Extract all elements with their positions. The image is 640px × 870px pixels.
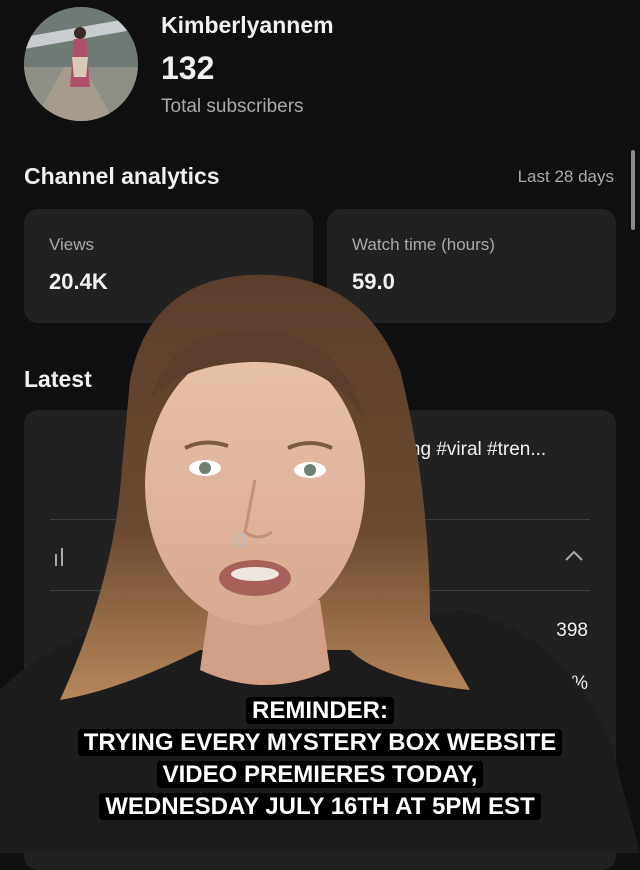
caption-line: REMINDER: xyxy=(246,697,394,724)
subscriber-label: Total subscribers xyxy=(161,96,304,117)
caption-line: TRYING EVERY MYSTERY BOX WEBSITE xyxy=(77,729,563,756)
analytics-period: Last 28 days xyxy=(517,167,614,186)
caption-line: WEDNESDAY JULY 16TH AT 5PM EST xyxy=(99,793,541,820)
channel-name[interactable]: Kimberlyannem xyxy=(161,12,334,39)
watch-time-label: Watch time (hours) xyxy=(352,235,495,254)
video-caption: REMINDER: TRYING EVERY MYSTERY BOX WEBSI… xyxy=(0,695,640,823)
caption-line: VIDEO PREMIERES TODAY, xyxy=(156,761,484,788)
views-label: Views xyxy=(49,235,95,254)
channel-avatar[interactable] xyxy=(24,7,138,121)
subscriber-count: 132 xyxy=(161,50,215,86)
avatar-photo xyxy=(24,7,138,121)
scrollbar[interactable] xyxy=(631,150,635,230)
analytics-title: Channel analytics xyxy=(24,163,220,189)
